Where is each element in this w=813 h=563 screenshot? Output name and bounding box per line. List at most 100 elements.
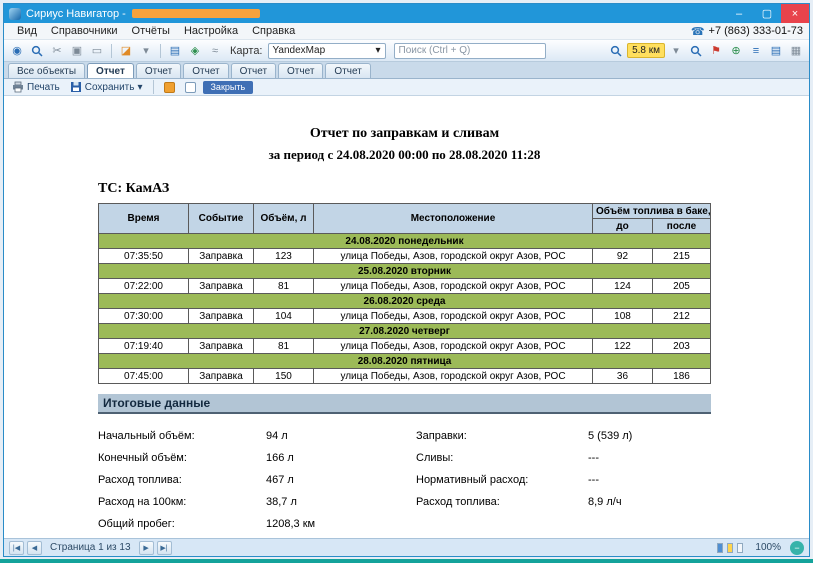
printer-icon [12,81,24,93]
page-mode-button[interactable] [182,80,199,95]
summary-value: --- [588,452,711,464]
table-row: 07:45:00 Заправка 150 улица Победы, Азов… [99,369,711,384]
notes-icon[interactable]: ▤ [767,42,785,60]
menu-otchety[interactable]: Отчёты [125,25,177,37]
menu-spravochniki[interactable]: Справочники [44,25,125,37]
view-mode-button[interactable] [161,80,178,95]
color-picker-caret-icon[interactable]: ▾ [137,42,155,60]
zoom-indicator-icon[interactable] [727,543,733,553]
tab-report-3[interactable]: Отчет [183,63,228,78]
tab-report-4[interactable]: Отчет [231,63,276,78]
close-report-button[interactable]: Закрыть [203,81,254,94]
menu-nastroika[interactable]: Настройка [177,25,245,37]
cell-event: Заправка [189,249,254,264]
page-view-icon [185,82,196,93]
map-label: Карта: [230,45,263,57]
distance-value: 5.8 км [627,43,665,58]
cell-location: улица Победы, Азов, городской округ Азов… [314,369,593,384]
cell-before: 92 [592,249,652,264]
tab-report-2[interactable]: Отчет [136,63,181,78]
last-page-button[interactable]: ▶| [157,541,172,555]
marker-icon[interactable]: ◈ [186,42,204,60]
cell-after: 186 [652,369,710,384]
save-button[interactable]: Сохранить ▾ [67,80,146,95]
summary-label: Расход на 100км: [98,496,266,508]
cell-after: 203 [652,339,710,354]
date-row: 25.08.2020 вторник [99,264,711,279]
summary-value: --- [588,474,711,486]
tab-report-1[interactable]: Отчет [87,63,134,78]
support-phone-number: +7 (863) 333-01-73 [709,25,803,37]
connection-icon[interactable]: ◉ [8,42,26,60]
ruler-icon[interactable]: ▭ [88,42,106,60]
table-row: 07:35:50 Заправка 123 улица Победы, Азов… [99,249,711,264]
route-icon[interactable]: ≈ [206,42,224,60]
zoom-search-icon[interactable] [687,42,705,60]
layers-icon[interactable]: ▤ [166,42,184,60]
zoom-indicator-icon[interactable] [717,543,723,553]
cell-before: 122 [592,339,652,354]
cell-location: улица Победы, Азов, городской округ Азов… [314,249,593,264]
prev-page-button[interactable]: ◀ [27,541,42,555]
summary-grid: Начальный объём: 94 л Заправки: 5 (539 л… [98,430,711,530]
cell-volume: 123 [254,249,314,264]
report-toolbar-separator [153,80,154,94]
date-row: 28.08.2020 пятница [99,354,711,369]
date-cell: 25.08.2020 вторник [99,264,711,279]
globe-icon[interactable]: ⊕ [727,42,745,60]
list-icon[interactable]: ≡ [747,42,765,60]
table-header: Время Событие Объём, л Местоположение Об… [99,204,711,234]
measure-distance-icon[interactable] [607,42,625,60]
first-page-button[interactable]: |◀ [9,541,24,555]
close-button[interactable]: × [781,4,809,23]
grid-icon[interactable]: ▦ [787,42,805,60]
save-caret-icon: ▾ [137,82,142,93]
app-window: Сириус Навигатор - – ▢ × Вид Справочники… [3,3,810,557]
cell-event: Заправка [189,309,254,324]
tab-all-objects[interactable]: Все объекты [8,63,85,78]
search-input[interactable] [394,43,546,59]
summary-value: 94 л [266,430,416,442]
copy-icon[interactable]: ▣ [68,42,86,60]
cell-volume: 81 [254,339,314,354]
minimize-button[interactable]: – [725,4,753,23]
app-icon [9,8,21,20]
search-icon[interactable] [28,42,46,60]
cell-location: улица Победы, Азов, городской округ Азов… [314,339,593,354]
menu-vid[interactable]: Вид [10,25,44,37]
next-page-button[interactable]: ▶ [139,541,154,555]
date-row: 26.08.2020 среда [99,294,711,309]
summary-value: 166 л [266,452,416,464]
cell-location: улица Победы, Азов, городской округ Азов… [314,309,593,324]
date-row: 27.08.2020 четверг [99,324,711,339]
fuel-report-table: Время Событие Объём, л Местоположение Об… [98,203,711,384]
summary-label: Нормативный расход: [416,474,588,486]
report-page: Отчет по заправкам и сливам за период с … [98,126,711,530]
table-row: 07:30:00 Заправка 104 улица Победы, Азов… [99,309,711,324]
zoom-out-button[interactable]: − [790,541,804,555]
col-header-location: Местоположение [314,204,593,234]
tab-report-6[interactable]: Отчет [325,63,370,78]
tab-report-5[interactable]: Отчет [278,63,323,78]
cut-icon[interactable]: ✂ [48,42,66,60]
menu-spravka[interactable]: Справка [245,25,302,37]
zoom-indicator-icon[interactable] [737,543,743,553]
cell-volume: 150 [254,369,314,384]
flag-icon[interactable]: ⚑ [707,42,725,60]
date-cell: 27.08.2020 четверг [99,324,711,339]
color-picker-icon[interactable]: ◪ [117,42,135,60]
summary-label: Расход топлива: [98,474,266,486]
cell-after: 215 [652,249,710,264]
distance-caret-icon[interactable]: ▾ [667,42,685,60]
main-toolbar: ◉ ✂ ▣ ▭ ◪ ▾ ▤ ◈ ≈ Карта: YandexMap ▾ 5.8… [4,40,809,62]
maximize-button[interactable]: ▢ [753,4,781,23]
summary-header: Итоговые данные [98,394,711,414]
print-button[interactable]: Печать [9,80,63,95]
chevron-down-icon: ▾ [375,45,380,56]
summary-label: Начальный объём: [98,430,266,442]
menubar: Вид Справочники Отчёты Настройка Справка… [4,23,809,40]
map-select[interactable]: YandexMap ▾ [268,43,386,59]
report-title: Отчет по заправкам и сливам [98,126,711,142]
report-preview-area[interactable]: Отчет по заправкам и сливам за период с … [4,96,809,538]
vehicle-name: ТС: КамАЗ [98,181,711,197]
